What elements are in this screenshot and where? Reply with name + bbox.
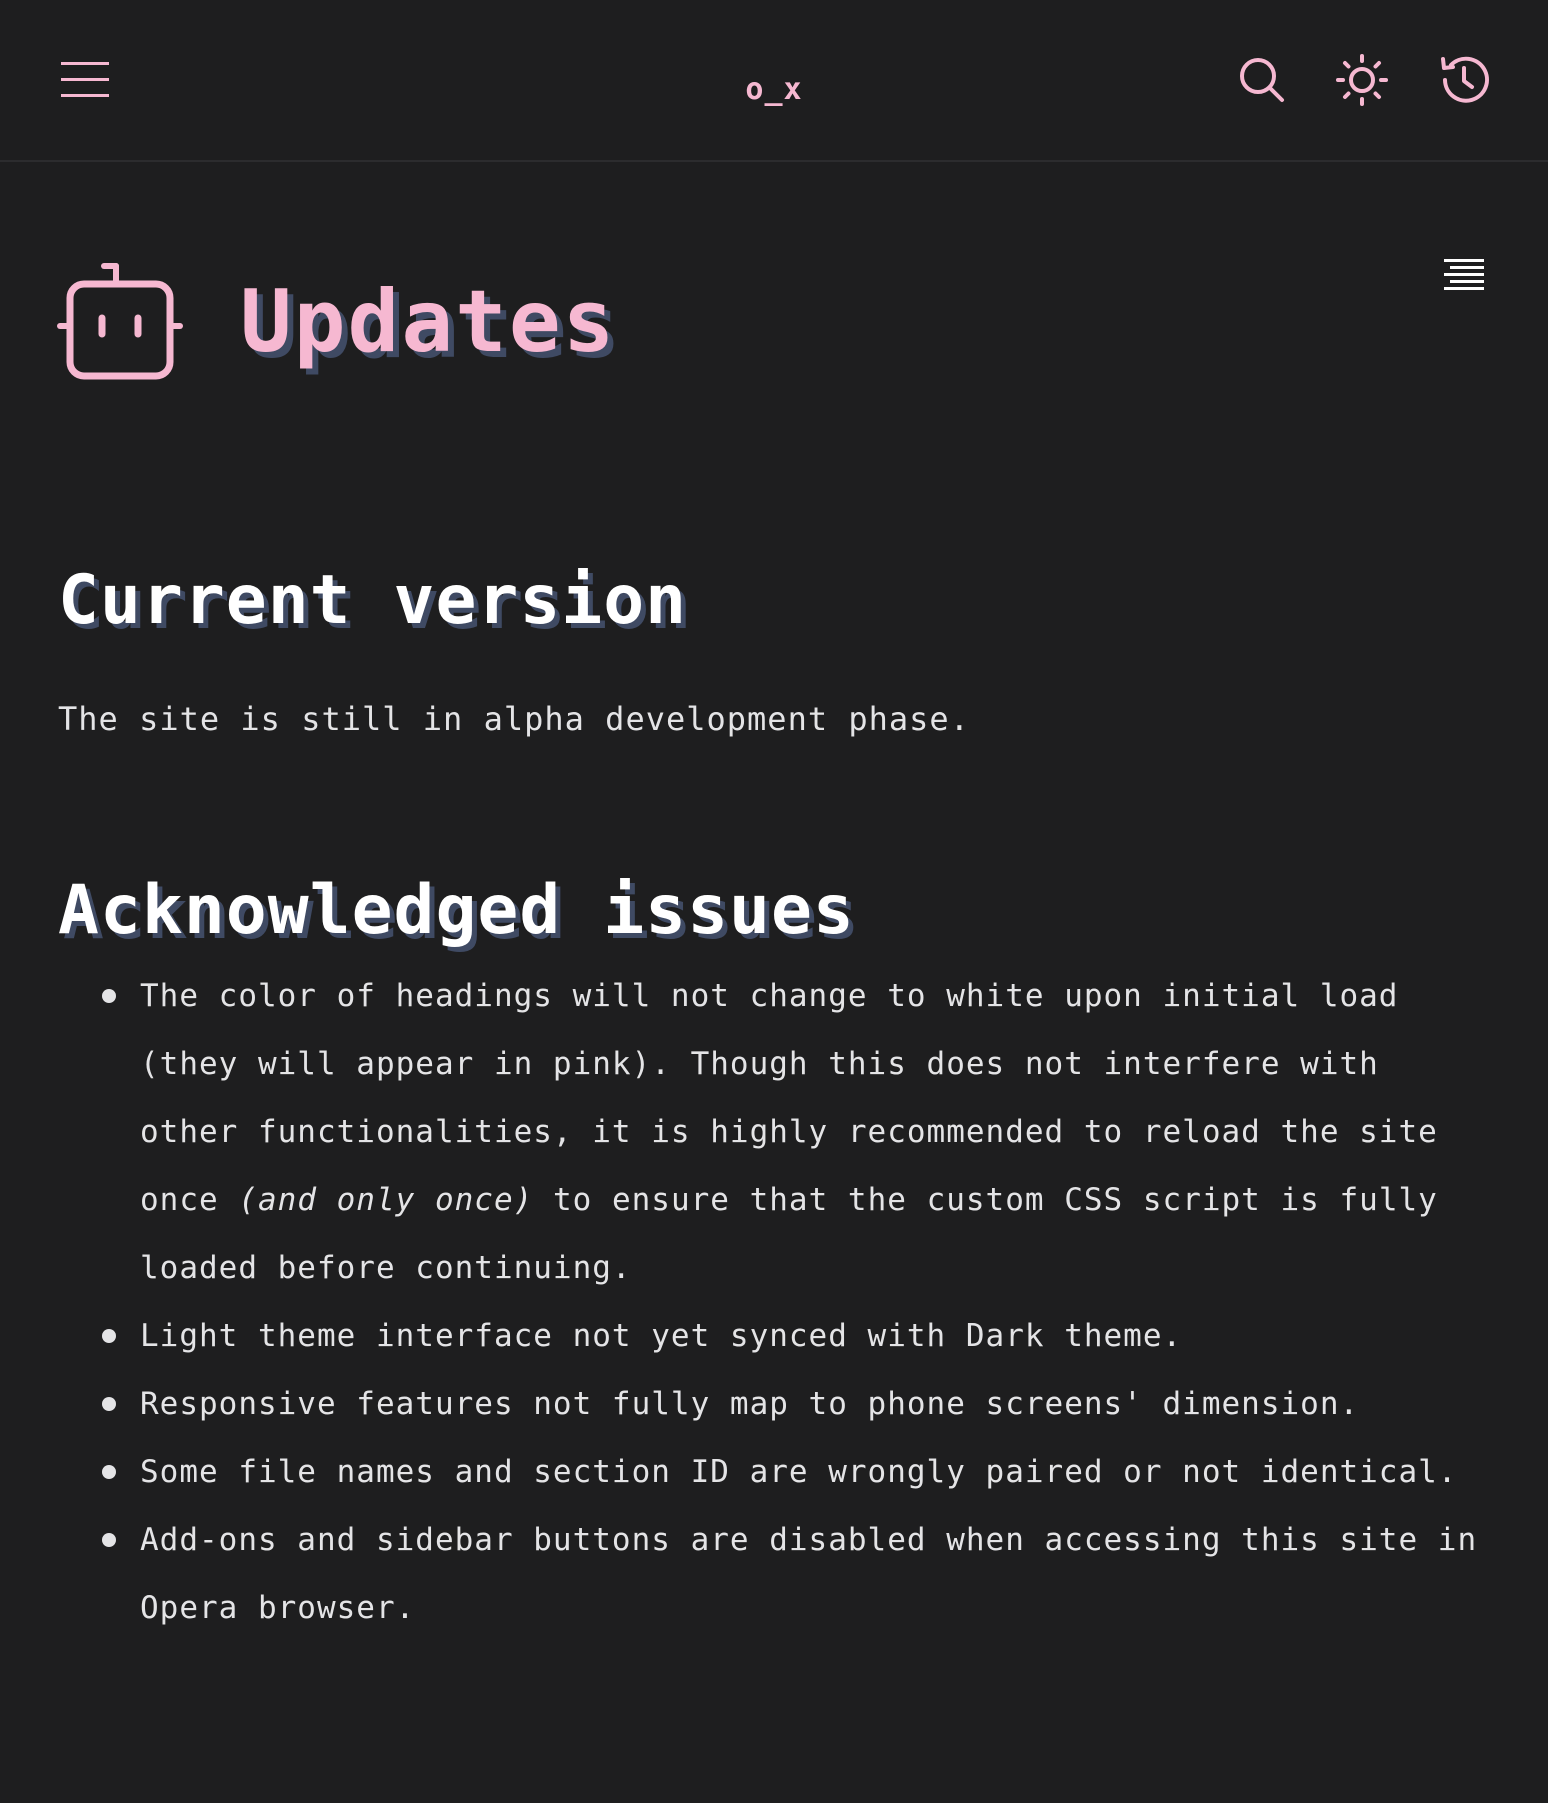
bullet-dot [102,1329,116,1343]
table-of-contents-button[interactable] [1436,252,1492,296]
issue-text: Light theme interface not yet synced wit… [140,1318,1183,1354]
list-item: Responsive features not fully map to pho… [96,1370,1496,1438]
top-navigation-bar: o_x [0,0,1548,162]
list-item: Some file names and section ID are wrong… [96,1438,1496,1506]
theme-toggle-button[interactable] [1332,48,1392,112]
issue-text: Responsive features not fully map to pho… [140,1386,1360,1422]
bullet-dot [102,1533,116,1547]
acknowledged-issues-heading: Acknowledged issues [58,871,855,951]
sun-icon [1336,54,1388,106]
bullet-dot [102,1465,116,1479]
bullet-dot [102,989,116,1003]
history-icon [1441,56,1489,103]
current-version-heading: Current version [58,561,688,641]
history-button[interactable] [1432,48,1496,112]
search-icon [1240,58,1284,102]
search-button[interactable] [1232,50,1292,110]
issue-emphasis: (and only once) [238,1182,534,1218]
list-item: Add-ons and sidebar buttons are disabled… [96,1506,1496,1642]
issue-text: Add-ons and sidebar buttons are disabled… [140,1522,1478,1626]
table-of-contents-icon [1444,259,1484,290]
current-version-text: The site is still in alpha development p… [58,700,970,738]
robot-icon [57,263,183,380]
bullet-dot [102,1397,116,1411]
issues-list: The color of headings will not change to… [96,962,1496,1642]
page-title: Updates [240,272,617,372]
list-item: The color of headings will not change to… [96,962,1496,1302]
issue-text: Some file names and section ID are wrong… [140,1454,1458,1490]
list-item: Light theme interface not yet synced wit… [96,1302,1496,1370]
page-header: Updates [56,262,616,382]
site-title[interactable]: o_x [0,72,1548,107]
